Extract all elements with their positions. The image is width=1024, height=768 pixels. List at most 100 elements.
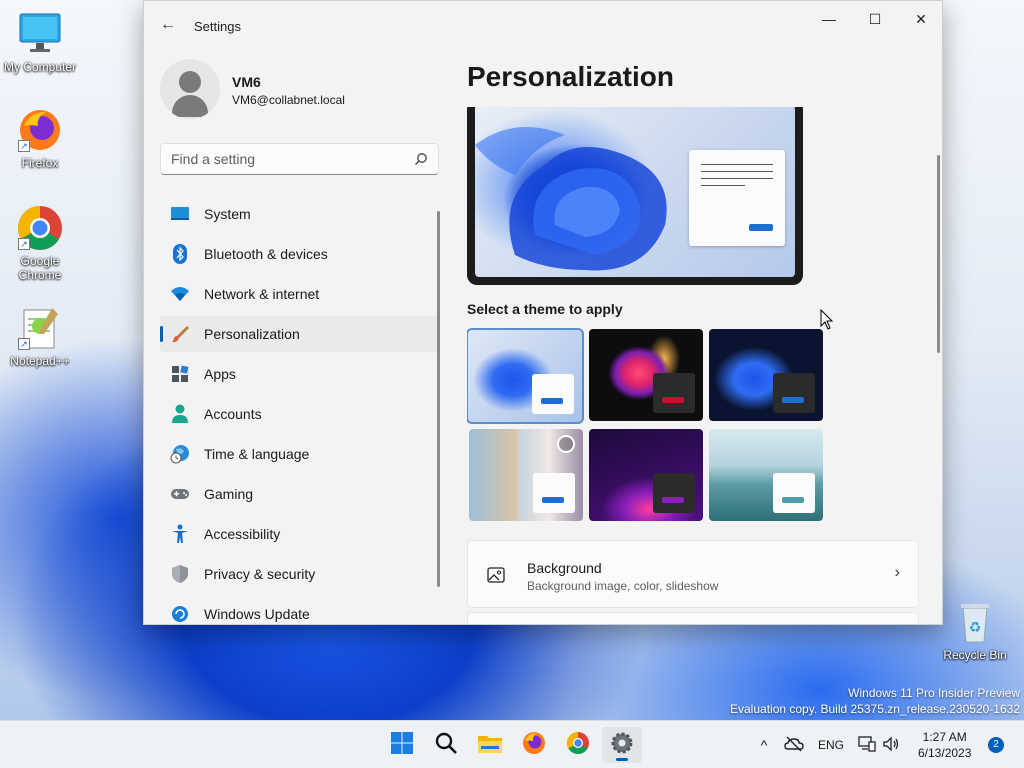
chevron-right-icon: ›	[894, 564, 900, 581]
minimize-button[interactable]: —	[806, 7, 852, 31]
network-icon[interactable]	[858, 735, 876, 755]
sidebar-item-label: System	[204, 206, 251, 222]
taskbar-settings[interactable]	[602, 727, 642, 763]
volume-icon[interactable]	[882, 735, 900, 755]
desktop-icon-firefox[interactable]: ↗ Firefox	[0, 106, 80, 170]
svg-text:♻: ♻	[969, 619, 982, 635]
page-title: Personalization	[467, 61, 674, 92]
sidebar-item-label: Windows Update	[204, 606, 310, 622]
sidebar-item-apps[interactable]: Apps	[160, 356, 440, 392]
desktop-icon-label: Google Chrome	[18, 254, 62, 282]
monitor-icon	[16, 10, 64, 58]
shortcut-arrow-icon: ↗	[18, 238, 30, 250]
shield-icon	[170, 564, 190, 584]
onedrive-offline-icon[interactable]	[784, 736, 804, 755]
clock-date: 6/13/2023	[918, 746, 972, 760]
firefox-icon: ↗	[16, 106, 64, 154]
gamepad-icon	[170, 484, 190, 504]
theme-tile-windows-light[interactable]	[467, 328, 584, 424]
taskbar-clock[interactable]: 1:27 AM 6/13/2023	[918, 729, 971, 761]
theme-tile-glow[interactable]	[589, 329, 703, 421]
theme-section-label: Select a theme to apply	[467, 301, 623, 317]
language-indicator[interactable]: ENG	[818, 738, 844, 752]
sidebar-item-accessibility[interactable]: Accessibility	[160, 516, 440, 552]
taskbar-search-button[interactable]	[426, 727, 466, 763]
desktop-icon-my-computer[interactable]: My Computer	[0, 10, 80, 74]
desktop-icon-label: Firefox	[21, 156, 59, 170]
sidebar-item-label: Bluetooth & devices	[204, 246, 328, 262]
sidebar-item-privacy[interactable]: Privacy & security	[160, 556, 440, 592]
slideshow-icon	[557, 435, 575, 453]
desktop-icon-recycle-bin[interactable]: ♻ Recycle Bin	[935, 598, 1015, 662]
file-explorer-icon	[477, 732, 503, 759]
background-setting-card[interactable]: Background Background image, color, slid…	[467, 540, 919, 608]
firefox-icon	[522, 731, 546, 760]
maximize-button[interactable]: ☐	[852, 7, 898, 31]
taskbar-firefox[interactable]	[514, 727, 554, 763]
settings-icon	[610, 731, 634, 760]
back-button[interactable]: ←	[156, 13, 180, 37]
desktop-icon-label: Recycle Bin	[943, 648, 1007, 662]
sidebar-item-bluetooth[interactable]: Bluetooth & devices	[160, 236, 440, 272]
sidebar-item-system[interactable]: System	[160, 196, 440, 232]
sidebar-nav: System Bluetooth & devices Network & int…	[160, 196, 440, 624]
main-content: Select a theme to apply Background Backg…	[467, 107, 919, 624]
system-icon	[170, 204, 190, 224]
search-box[interactable]	[160, 143, 439, 175]
start-icon	[390, 731, 414, 760]
start-button[interactable]	[382, 727, 422, 763]
close-button[interactable]: ✕	[898, 7, 942, 31]
search-icon	[434, 731, 458, 760]
sidebar-item-label: Privacy & security	[204, 566, 316, 582]
sidebar-item-label: Personalization	[204, 326, 300, 342]
desktop-icon-notepadpp[interactable]: ↗ Notepad++	[0, 304, 80, 368]
accounts-icon	[170, 404, 190, 424]
sidebar-item-label: Network & internet	[204, 286, 320, 302]
sidebar-scrollbar[interactable]	[437, 211, 440, 587]
theme-tile-flow[interactable]	[709, 429, 823, 521]
notification-badge[interactable]: 2	[988, 737, 1004, 753]
main-scrollbar[interactable]	[937, 155, 940, 353]
title-bar[interactable]: ← Settings — ☐ ✕	[144, 1, 942, 49]
preview-window-card	[689, 150, 785, 246]
shortcut-arrow-icon: ↗	[18, 140, 30, 152]
theme-tile-windows-dark[interactable]	[709, 329, 823, 421]
preview-wallpaper	[475, 107, 795, 277]
picture-icon	[486, 565, 506, 585]
avatar-head	[179, 71, 201, 93]
mouse-cursor-icon	[820, 309, 834, 330]
sidebar-item-windows-update[interactable]: Windows Update	[160, 596, 440, 624]
apps-icon	[170, 364, 190, 384]
chrome-icon	[566, 731, 590, 760]
search-input[interactable]	[161, 144, 401, 174]
taskbar: ^ ENG 1:27 AM 6/13/2023 2	[0, 720, 1024, 768]
taskbar-chrome[interactable]	[558, 727, 598, 763]
tray-overflow-chevron-icon[interactable]: ^	[752, 737, 776, 753]
user-profile[interactable]: VM6 VM6@collabnet.local	[160, 59, 440, 119]
search-icon[interactable]	[414, 152, 428, 166]
theme-tile-sunrise[interactable]	[589, 429, 703, 521]
active-app-indicator	[616, 758, 628, 761]
update-icon	[170, 604, 190, 624]
theme-preview	[467, 107, 803, 285]
desktop-icon-chrome[interactable]: ↗ Google Chrome	[0, 204, 80, 282]
globe-clock-icon	[170, 444, 190, 464]
wifi-icon	[170, 284, 190, 304]
theme-tile-captured-motion[interactable]	[469, 429, 583, 521]
sidebar-item-gaming[interactable]: Gaming	[160, 476, 440, 512]
sidebar-item-label: Apps	[204, 366, 236, 382]
card-title: Background	[527, 560, 602, 576]
taskbar-file-explorer[interactable]	[470, 727, 510, 763]
next-setting-card[interactable]	[467, 612, 919, 624]
notepadpp-icon: ↗	[16, 304, 64, 352]
sidebar-item-personalization[interactable]: Personalization	[160, 316, 440, 352]
sidebar-item-time-language[interactable]: Time & language	[160, 436, 440, 472]
sidebar-item-accounts[interactable]: Accounts	[160, 396, 440, 432]
sidebar-item-network[interactable]: Network & internet	[160, 276, 440, 312]
sidebar-item-label: Accessibility	[204, 526, 281, 542]
brush-icon	[170, 324, 190, 344]
system-tray: ^ ENG	[752, 721, 900, 768]
clock-time: 1:27 AM	[922, 730, 967, 744]
profile-name: VM6	[232, 74, 261, 90]
recycle-bin-icon: ♻	[951, 598, 999, 646]
